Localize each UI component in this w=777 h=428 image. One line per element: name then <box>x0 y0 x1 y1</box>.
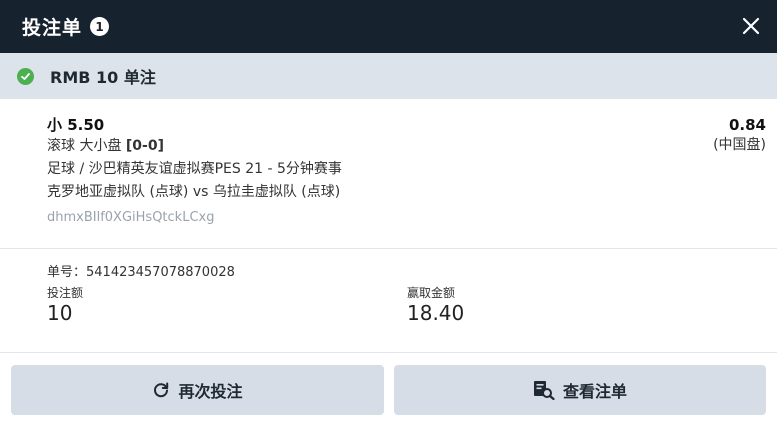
bet-league: 足球 / 沙巴精英友谊虚拟赛PES 21 - 5分钟赛事 <box>47 161 342 177</box>
ticket-info: 单号：541423457078870028 投注额 10 赢取金额 18.40 <box>0 249 777 352</box>
betslip-title: 投注单 <box>22 17 83 39</box>
view-bets-button[interactable]: 查看注单 <box>394 365 766 415</box>
view-bets-label: 查看注单 <box>562 382 627 401</box>
check-circle-icon <box>17 67 34 85</box>
betslip-header: 投注单 1 <box>0 0 777 53</box>
close-icon[interactable] <box>739 14 763 38</box>
odds-value: 0.84 <box>728 116 766 134</box>
bet-selection: 小 5.50 <box>47 116 105 134</box>
bet-status-bar: RMB 10 单注 <box>0 53 777 99</box>
refresh-icon <box>152 381 170 399</box>
bet-match: 克罗地亚虚拟队 (点球) vs 乌拉圭虚拟队 (点球) <box>47 184 341 200</box>
bet-status-text: RMB 10 单注 <box>50 68 156 87</box>
rebet-label: 再次投注 <box>178 382 243 401</box>
bet-code: dhmxBIlf0XGiHsQtckLCxg <box>47 210 215 225</box>
bet-details: 小 5.50 滚球 大小盘 [0-0] 足球 / 沙巴精英友谊虚拟赛PES 21… <box>0 99 777 249</box>
rebet-button[interactable]: 再次投注 <box>11 365 384 415</box>
market-name: 滚球 大小盘 <box>47 138 126 154</box>
odds-type: (中国盘) <box>713 137 766 153</box>
market-score: [0-0] <box>125 138 164 154</box>
ticket-number: 单号：541423457078870028 <box>47 265 235 280</box>
win-label: 赢取金额 <box>407 286 456 300</box>
bet-count-badge: 1 <box>90 17 110 36</box>
receipt-search-icon <box>533 380 555 400</box>
stake-value: 10 <box>47 301 73 325</box>
win-value: 18.40 <box>407 301 465 325</box>
bet-market: 滚球 大小盘 [0-0] <box>47 135 777 158</box>
bet-odds: 0.84 (中国盘) <box>713 115 766 155</box>
stake-label: 投注额 <box>47 286 84 300</box>
action-bar: 再次投注 查看注单 <box>0 352 777 428</box>
win-block: 赢取金额 18.40 <box>407 286 767 326</box>
stake-block: 投注额 10 <box>47 286 407 326</box>
